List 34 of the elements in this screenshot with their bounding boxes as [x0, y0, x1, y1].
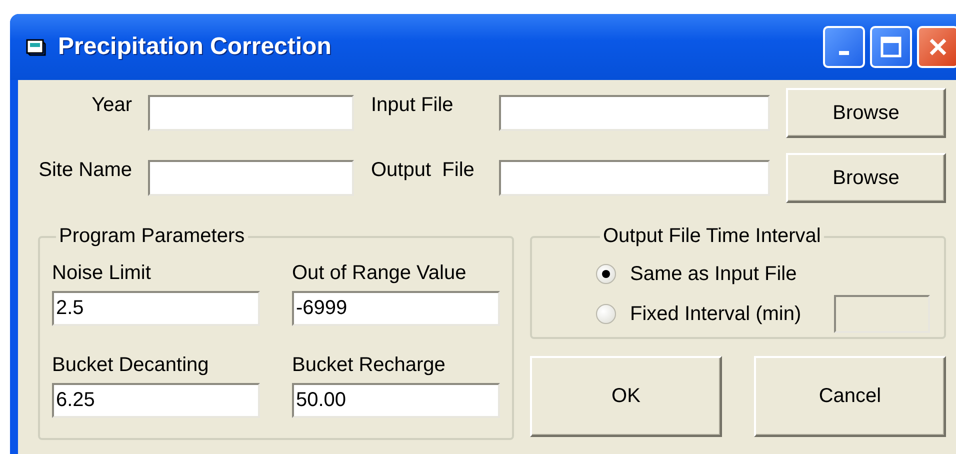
file-path-field[interactable] [499, 160, 770, 196]
number-field[interactable]: 50.00 [292, 383, 500, 418]
group-title: Program Parameters [58, 225, 246, 248]
radio-label: Fixed Interval (min) [630, 302, 802, 326]
field-label: Site Name [38, 158, 132, 182]
file-path-field[interactable] [499, 95, 770, 131]
minimize-button[interactable] [823, 26, 865, 68]
close-button[interactable] [917, 26, 956, 68]
ok-button[interactable]: OK [530, 356, 722, 437]
cancel-button[interactable]: Cancel [754, 356, 946, 437]
minimize-icon [839, 51, 849, 55]
field-label: Output File [371, 158, 476, 182]
field-label: Out of Range Value [292, 262, 468, 285]
number-field[interactable]: 6.25 [52, 383, 260, 418]
radio-button[interactable] [596, 304, 616, 324]
window-title: Precipitation Correction [58, 33, 332, 61]
close-icon [927, 36, 949, 58]
radio-label: Same as Input File [630, 262, 797, 286]
browse-button[interactable]: Browse [786, 88, 946, 138]
number-field[interactable]: 2.5 [52, 291, 260, 326]
field-label: Bucket Recharge [292, 354, 446, 377]
window-icon [26, 38, 46, 56]
browse-button[interactable]: Browse [786, 153, 946, 203]
group-title: Output File Time Interval [602, 225, 822, 248]
text-field[interactable] [148, 95, 354, 131]
maximize-button[interactable] [870, 26, 912, 68]
text-field[interactable] [148, 160, 354, 196]
number-field[interactable]: -6999 [292, 291, 500, 326]
field-label: Noise Limit [52, 262, 152, 285]
field-label: Bucket Decanting [52, 354, 210, 377]
maximize-icon [880, 36, 902, 58]
radio-button[interactable] [596, 264, 616, 284]
field-label: Input File [371, 93, 454, 117]
field-label: Year [90, 93, 132, 117]
